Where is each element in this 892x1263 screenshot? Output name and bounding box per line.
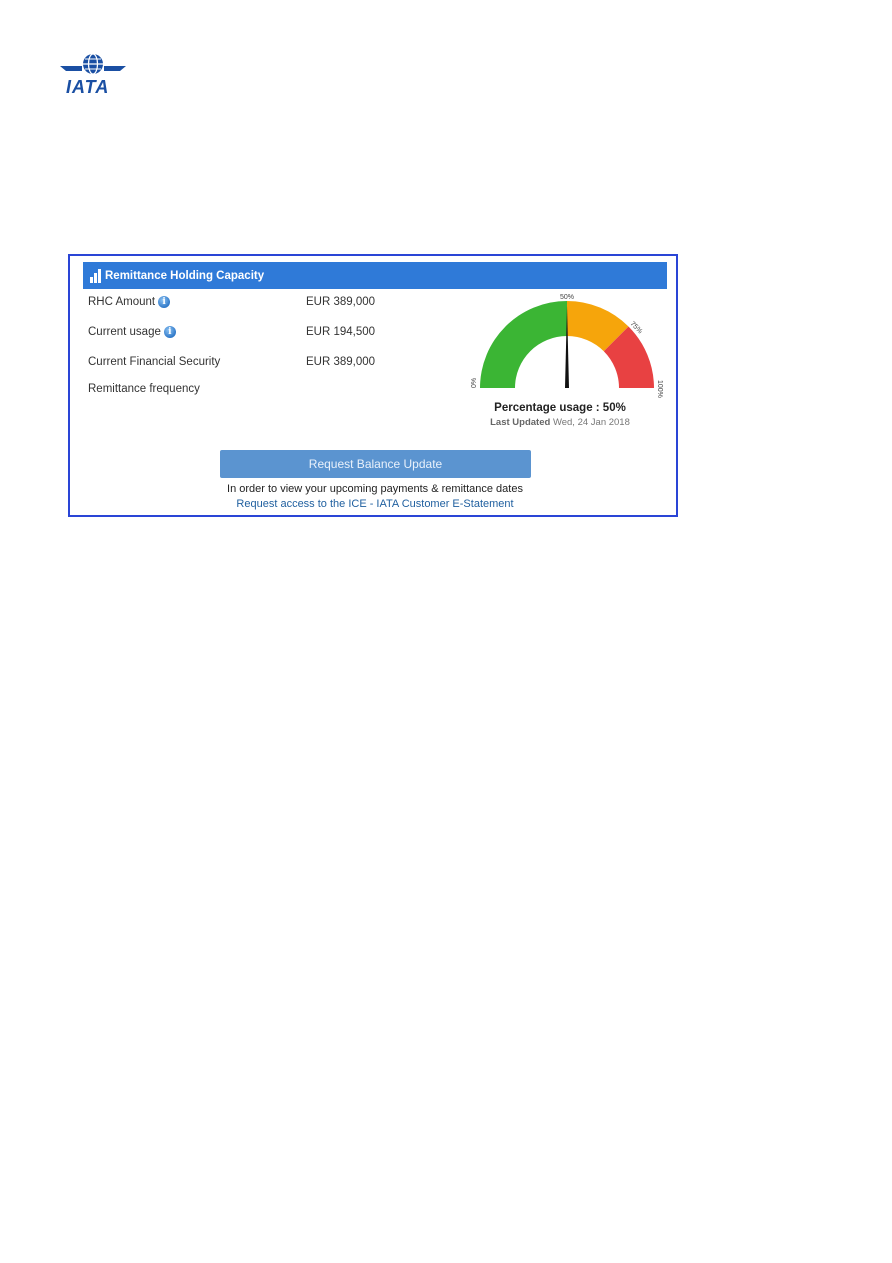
financial-security-label: Current Financial Security: [88, 356, 221, 368]
iata-logo-text: IATA: [66, 77, 110, 97]
gauge-tick-0: 0%: [471, 378, 478, 388]
gauge-tick-50: 50%: [560, 294, 574, 301]
usage-gauge: 50% 75% 0% 100%: [471, 294, 663, 398]
iata-logo: IATA: [58, 52, 128, 98]
rhc-panel: Remittance Holding Capacity RHC Amount i…: [68, 254, 678, 517]
current-usage-label: Current usage i: [88, 326, 176, 338]
remittance-frequency-label: Remittance frequency: [88, 383, 200, 395]
current-usage-label-text: Current usage: [88, 326, 161, 338]
rhc-amount-value: EUR 389,000: [306, 296, 376, 308]
info-icon[interactable]: i: [158, 296, 171, 308]
gauge-caption: Percentage usage : 50%: [494, 402, 626, 414]
panel-title: Remittance Holding Capacity: [105, 269, 265, 282]
request-balance-update-button[interactable]: Request Balance Update: [220, 450, 531, 478]
rhc-amount-label-text: RHC Amount: [88, 296, 156, 308]
last-updated-date: Wed, 24 Jan 2018: [552, 417, 630, 428]
ice-access-link[interactable]: Request access to the ICE - IATA Custome…: [170, 498, 580, 510]
last-updated-label: Last Updated: [490, 417, 551, 428]
gauge-tick-100: 100%: [656, 380, 663, 398]
info-icon[interactable]: i: [163, 326, 176, 338]
current-usage-value: EUR 194,500: [306, 326, 376, 338]
gauge-green-arc: [480, 301, 567, 388]
rhc-amount-label: RHC Amount i: [88, 296, 171, 308]
financial-security-value: EUR 389,000: [306, 356, 376, 368]
panel-header: Remittance Holding Capacity: [83, 262, 667, 289]
gauge-last-updated: Last Updated Wed, 24 Jan 2018: [450, 417, 670, 428]
iata-globe-wings-logo: [60, 53, 126, 75]
bar-chart-icon: [90, 268, 101, 283]
upcoming-payments-note: In order to view your upcoming payments …: [227, 483, 523, 495]
